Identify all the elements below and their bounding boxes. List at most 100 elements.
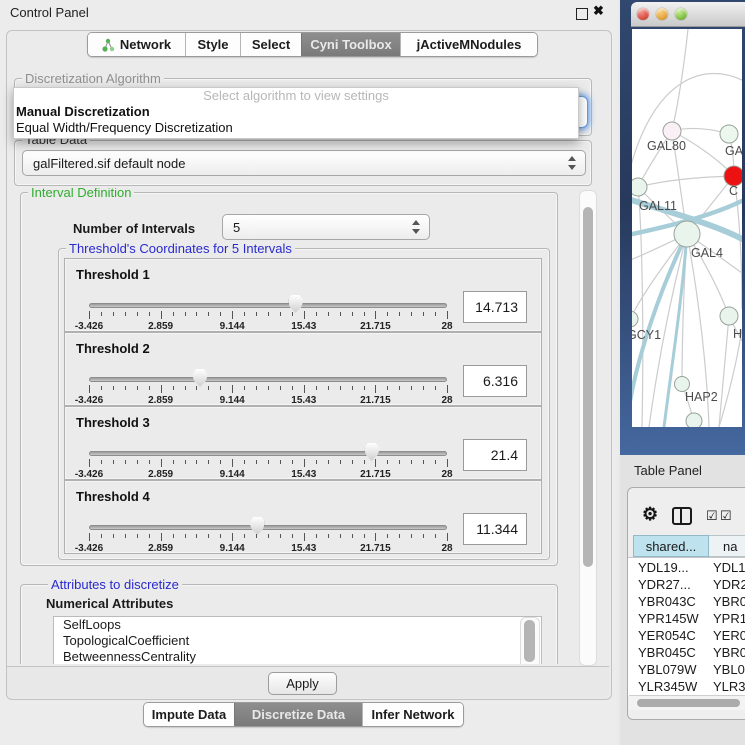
network-node-gcy1[interactable] [632,311,638,327]
network-node-gal4[interactable] [674,221,700,247]
attributes-scrollbar-thumb[interactable] [524,620,535,662]
tick-mark [352,386,353,390]
threshold-value-field[interactable]: 14.713 [463,291,527,323]
tick-mark [340,312,341,316]
list-item[interactable]: TopologicalCoefficient [54,633,541,649]
table-hscrollbar-thumb[interactable] [637,699,740,707]
table-hscrollbar[interactable] [629,695,745,710]
tick-mark [125,460,126,464]
tick-mark [399,386,400,390]
table-cell-name[interactable]: YBR0 [713,593,745,610]
apply-button[interactable]: Apply [268,672,337,695]
threshold-value-field[interactable]: 11.344 [463,513,527,545]
tick-mark [185,386,186,390]
network-node-gal11[interactable] [632,178,647,196]
table-cell-name[interactable]: YBR0 [713,644,745,661]
attributes-scrollbar[interactable] [520,617,540,664]
threshold-slider-thumb[interactable] [193,369,207,387]
tick-mark [173,460,174,464]
table-cell-name[interactable]: YER0 [713,627,745,644]
table-cell-name[interactable]: YBL0 [713,661,745,678]
network-canvas[interactable]: GAL80GACGAL11GAL4GCY1HHAP2 [632,29,742,427]
tick-label: 9.144 [220,395,245,406]
tab-cyni-toolbox[interactable]: Cyni Toolbox [301,33,400,56]
tick-mark [220,386,221,390]
tick-mark [292,386,293,390]
network-icon [102,38,115,52]
table-panel-title: Table Panel [634,463,702,478]
list-item[interactable]: BetweennessCentrality [54,649,541,664]
table-data-select[interactable]: galFiltered.sif default node [22,150,586,176]
table-cell-shared[interactable]: YBR045C [638,644,708,661]
panel-title: Control Panel [10,5,89,20]
table-cell-name[interactable]: YLR3 [713,678,745,695]
minimize-traffic-light-icon[interactable] [656,8,668,20]
tick-mark [352,312,353,316]
tab-style[interactable]: Style [185,33,240,56]
float-panel-icon[interactable] [576,8,588,20]
table-cell-shared[interactable]: YBR043C [638,593,708,610]
tick-mark [340,386,341,390]
tab-select[interactable]: Select [240,33,301,56]
tab-infer-network[interactable]: Infer Network [362,703,463,726]
network-node-ga[interactable] [720,125,738,143]
tab-label: Discretize Data [252,707,345,722]
combo-stepper-icon [412,220,421,234]
tick-mark [196,386,197,390]
tick-mark [89,311,90,319]
close-icon[interactable]: ✖ [593,3,604,19]
threshold-slider-track[interactable] [89,377,447,382]
tick-mark [375,533,376,541]
network-node-c[interactable] [724,166,742,186]
close-traffic-light-icon[interactable] [637,8,649,20]
settings-scrollbar[interactable] [579,190,597,666]
threshold-slider-thumb[interactable] [365,443,379,461]
threshold-slider-thumb[interactable] [250,517,264,535]
dropdown-item-equal-width[interactable]: Equal Width/Frequency Discretization [14,120,578,136]
list-item[interactable]: SelfLoops [54,617,541,633]
tab-jactivemnodules[interactable]: jActiveMNodules [400,33,537,56]
threshold-slider-track[interactable] [89,303,447,308]
column-header-name[interactable]: na [709,535,745,557]
table-cell-shared[interactable]: YDL19... [638,559,708,576]
tick-label: -3.426 [75,321,103,332]
table-cell-name[interactable]: YPR1 [713,610,745,627]
network-node-gal80[interactable] [663,122,681,140]
tab-discretize-data[interactable]: Discretize Data [234,703,362,726]
tick-mark [304,385,305,393]
tick-mark [375,311,376,319]
table-cell-shared[interactable]: YER054C [638,627,708,644]
threshold-panel-2: Threshold 2-3.4262.8599.14415.4321.71528… [64,332,542,406]
threshold-slider-thumb[interactable] [289,295,303,313]
tab-impute-data[interactable]: Impute Data [144,703,234,726]
column-header-shared[interactable]: shared... [633,535,709,557]
table-cell-shared[interactable]: YLR345W [638,678,708,695]
threshold-label: Threshold 3 [76,415,150,430]
table-cell-shared[interactable]: YBL079W [638,661,708,678]
gear-icon[interactable]: ⚙ [642,505,658,523]
network-node-label: HAP2 [685,390,718,404]
table-cell-shared[interactable]: YDR27... [638,576,708,593]
control-panel-window: Control Panel ✖ NetworkStyleSelectCyni T… [0,0,618,745]
checkbox-icon[interactable]: ☑ [720,509,732,522]
threshold-slider-track[interactable] [89,525,447,530]
tick-mark [423,312,424,316]
columns-icon[interactable] [672,507,692,525]
table-cell-shared[interactable]: YPR145W [638,610,708,627]
network-node-h[interactable] [720,307,738,325]
settings-scrollbar-thumb[interactable] [583,207,593,567]
checkbox-icon[interactable]: ☑ [706,509,718,522]
threshold-slider-track[interactable] [89,451,447,456]
tick-mark [280,460,281,464]
num-intervals-select[interactable]: 5 [222,214,430,240]
table-cell-name[interactable]: YDL1 [713,559,745,576]
network-node[interactable] [686,413,702,427]
threshold-value-field[interactable]: 21.4 [463,439,527,471]
table-cell-name[interactable]: YDR2 [713,576,745,593]
tab-network[interactable]: Network [88,33,185,56]
numerical-attributes-list[interactable]: SelfLoopsTopologicalCoefficientBetweenne… [53,616,542,664]
dropdown-item-manual[interactable]: Manual Discretization [14,104,578,120]
zoom-traffic-light-icon[interactable] [675,8,687,20]
tick-label: 28 [441,395,452,406]
threshold-value-field[interactable]: 6.316 [463,365,527,397]
